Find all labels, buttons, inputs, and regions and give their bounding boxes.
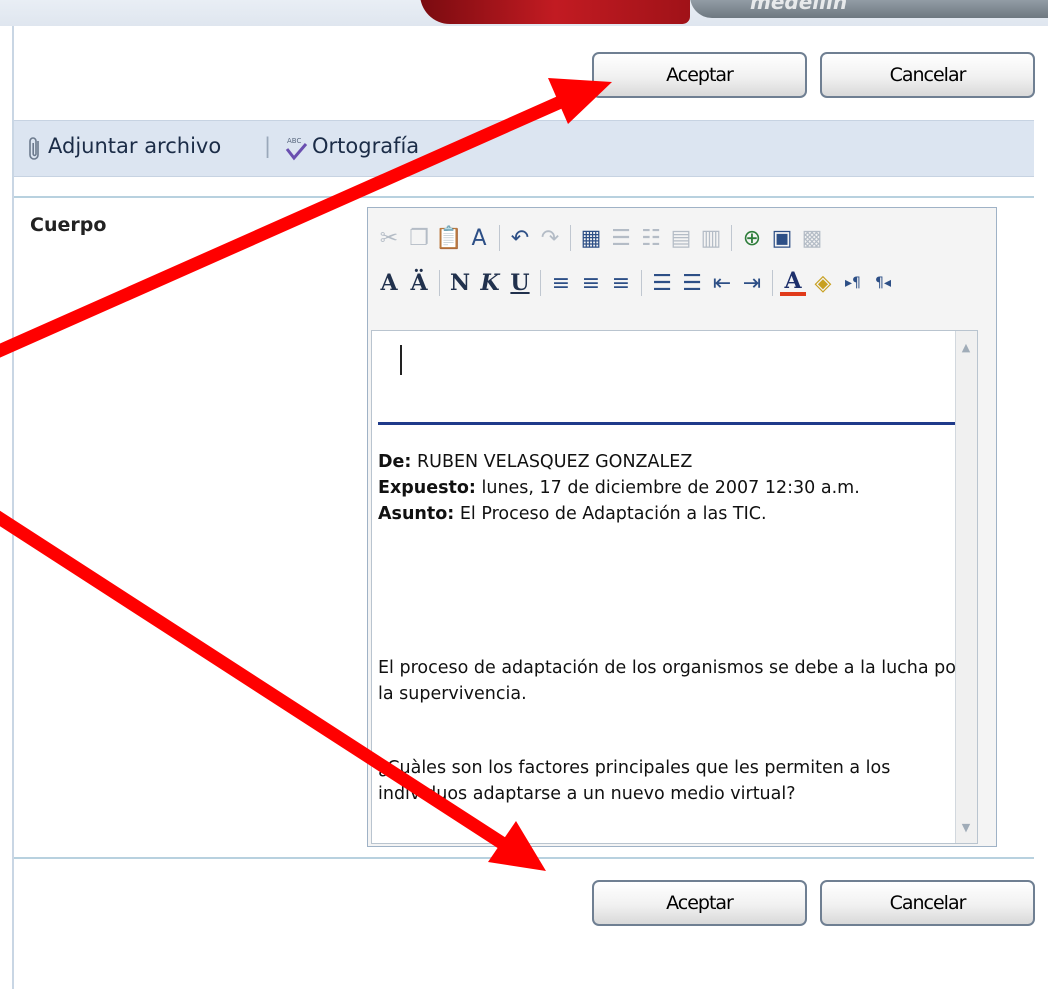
arrow-to-bottom-accept (0, 510, 546, 871)
annotation-arrows (0, 78, 612, 871)
arrow-to-top-accept (0, 78, 612, 358)
